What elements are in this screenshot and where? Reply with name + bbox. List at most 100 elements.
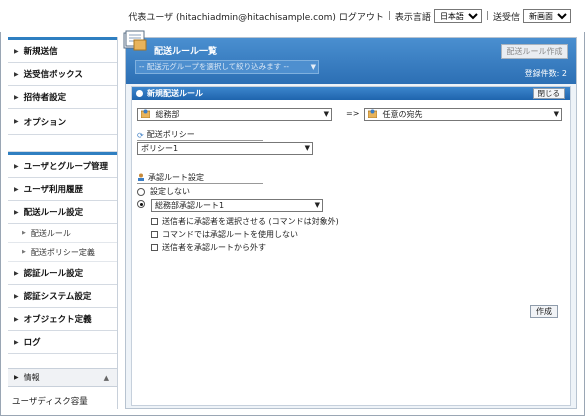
lang-select[interactable]: 日本語 bbox=[433, 9, 482, 23]
checkbox-exclude-sender[interactable]: 送信者を承認ルートから外す bbox=[151, 242, 266, 253]
info-panel-header[interactable]: ▶ 情報 ▲ bbox=[8, 368, 117, 387]
sidebar-item-label: 認証ルール設定 bbox=[23, 269, 84, 279]
direction-arrow: => bbox=[346, 109, 360, 118]
sidebar-item-label: ログ bbox=[23, 338, 41, 348]
from-group-value: 総務部 bbox=[155, 110, 180, 119]
policy-section-label: ⟳ 配送ポリシー bbox=[137, 129, 263, 141]
sidebar-item-invitee[interactable]: ▶ 招待者設定 bbox=[8, 86, 117, 109]
sidebar-item-label: 送受信ボックス bbox=[23, 70, 83, 80]
chevron-right-icon: ▶ bbox=[22, 230, 26, 236]
page-title: 配送ルール一覧 bbox=[154, 47, 218, 57]
logout-link[interactable]: ログアウト bbox=[339, 10, 384, 23]
nav-group-admin: ▶ ユーザとグループ管理 ▶ ユーザ利用履歴 ▶ 配送ルール設定 ▶ 配送ルール ▶ 配送… bbox=[8, 152, 117, 354]
checkbox[interactable] bbox=[151, 244, 158, 251]
checkbox[interactable] bbox=[151, 218, 158, 225]
sidebar-subitem-delivery-rule[interactable]: ▶ 配送ルール bbox=[8, 224, 117, 243]
radio-button[interactable] bbox=[137, 187, 145, 196]
policy-label-text: 配送ポリシー bbox=[146, 130, 195, 139]
policy-select[interactable]: ポリシー1 ▼ bbox=[137, 142, 313, 155]
sidebar-item-auth-rules[interactable]: ▶ 認証ルール設定 bbox=[8, 262, 117, 285]
info-panel-body: ユーザディスク容量 bbox=[12, 397, 88, 407]
sidebar: ▶ 新規送信 ▶ 送受信ボックス ▶ 招待者設定 ▶ オプション ▶ ユーザとグループ管理… bbox=[8, 37, 118, 409]
sidebar-item-label: 認証システム設定 bbox=[23, 292, 92, 302]
chevron-right-icon: ▶ bbox=[14, 93, 19, 101]
checkbox[interactable] bbox=[151, 231, 158, 238]
checkbox-no-route-for-command[interactable]: コマンドでは承認ルートを使用しない bbox=[151, 229, 298, 240]
sidebar-item-auth-system[interactable]: ▶ 認証システム設定 bbox=[8, 285, 117, 308]
checkbox-sender-selects-approver[interactable]: 送信者に承認者を選択させる (コマンドは対象外) bbox=[151, 216, 339, 227]
approval-label-text: 承認ルート設定 bbox=[148, 173, 204, 182]
sidebar-item-delivery-rules[interactable]: ▶ 配送ルール設定 bbox=[8, 201, 117, 224]
radio-route[interactable] bbox=[137, 200, 150, 208]
sidebar-item-options[interactable]: ▶ オプション bbox=[8, 109, 117, 135]
policy-icon: ⟳ bbox=[137, 131, 144, 140]
send-receive-select[interactable]: 新画面 bbox=[523, 9, 571, 23]
chevron-right-icon: ▶ bbox=[14, 47, 19, 55]
sidebar-subitem-policy-definition[interactable]: ▶ 配送ポリシー定義 bbox=[8, 243, 117, 262]
approval-route-select[interactable]: 総務部承認ルート1 ▼ bbox=[151, 199, 323, 212]
sidebar-item-label: オブジェクト定義 bbox=[23, 315, 92, 325]
chevron-right-icon: ▶ bbox=[14, 292, 19, 300]
group-icon bbox=[141, 109, 150, 118]
chevron-down-icon: ▼ bbox=[314, 201, 320, 209]
sidebar-item-new-send[interactable]: ▶ 新規送信 bbox=[8, 40, 117, 63]
chevron-down-icon: ▼ bbox=[304, 144, 310, 152]
sidebar-item-label: ユーザとグループ管理 bbox=[23, 162, 108, 172]
bullet-icon bbox=[136, 90, 143, 97]
checkbox-label: 送信者を承認ルートから外す bbox=[162, 243, 266, 252]
send-receive-label: 送受信 bbox=[492, 12, 520, 23]
user-info: 代表ユーザ (hitachiadmin@hitachisample.com) bbox=[128, 12, 336, 23]
separator: | bbox=[485, 11, 489, 21]
chevron-right-icon: ▶ bbox=[14, 338, 19, 346]
sidebar-item-mailbox[interactable]: ▶ 送受信ボックス bbox=[8, 63, 117, 86]
destination-icon bbox=[368, 109, 377, 118]
main-panel: 配送ルール一覧 -- 配送元グループを選択して絞り込みます -- ▼ 配送ルール… bbox=[123, 30, 577, 409]
sidebar-item-label: ユーザ利用履歴 bbox=[23, 185, 83, 195]
checkbox-label: コマンドでは承認ルートを使用しない bbox=[162, 230, 298, 239]
editor-title: 新規配送ルール bbox=[147, 89, 203, 98]
sidebar-item-label: オプション bbox=[23, 117, 67, 128]
chevron-right-icon: ▶ bbox=[14, 70, 19, 78]
checkbox-label: 送信者に承認者を選択させる (コマンドは対象外) bbox=[162, 217, 339, 226]
new-rule-editor: 新規配送ルール 閉じる 総務部 ▼ => 任意の宛先 ▼ ⟳ 配送ポリシー ポリシ… bbox=[131, 86, 571, 406]
top-header: 代表ユーザ (hitachiadmin@hitachisample.com) ロ… bbox=[0, 0, 585, 32]
radio-button-selected[interactable] bbox=[137, 200, 145, 208]
destination-value: 任意の宛先 bbox=[382, 110, 423, 119]
chevron-down-icon: ▼ bbox=[553, 110, 559, 118]
sidebar-subitem-label: 配送ルール bbox=[30, 228, 71, 238]
create-button[interactable]: 作成 bbox=[530, 305, 558, 318]
book-icon bbox=[123, 30, 147, 51]
editor-header: 新規配送ルール 閉じる bbox=[132, 87, 570, 100]
policy-value: ポリシー1 bbox=[141, 144, 179, 153]
header-row: 代表ユーザ (hitachiadmin@hitachisample.com) ロ… bbox=[128, 9, 571, 23]
sidebar-item-user-group[interactable]: ▶ ユーザとグループ管理 bbox=[8, 155, 117, 178]
nav-gap bbox=[8, 135, 117, 152]
chevron-right-icon: ▶ bbox=[14, 118, 19, 125]
sidebar-item-usage-history[interactable]: ▶ ユーザ利用履歴 bbox=[8, 178, 117, 201]
chevron-down-icon: ▼ bbox=[323, 110, 329, 118]
chevron-right-icon: ▶ bbox=[14, 162, 19, 170]
sidebar-item-label: 新規送信 bbox=[23, 47, 58, 57]
sidebar-subitem-label: 配送ポリシー定義 bbox=[30, 247, 95, 257]
chevron-right-icon: ▶ bbox=[14, 208, 19, 216]
info-panel-label: 情報 bbox=[23, 373, 40, 382]
nav-group-user: ▶ 新規送信 ▶ 送受信ボックス ▶ 招待者設定 ▶ オプション bbox=[8, 37, 117, 135]
sidebar-item-log[interactable]: ▶ ログ bbox=[8, 331, 117, 354]
from-group-select[interactable]: 総務部 ▼ bbox=[137, 108, 332, 121]
lang-label: 表示言語 bbox=[394, 12, 431, 23]
group-filter-select[interactable]: -- 配送元グループを選択して絞り込みます -- ▼ bbox=[135, 60, 319, 74]
sidebar-item-object-definition[interactable]: ▶ オブジェクト定義 bbox=[8, 308, 117, 331]
close-button[interactable]: 閉じる bbox=[532, 88, 565, 99]
create-rule-button[interactable]: 配送ルール作成 bbox=[501, 44, 568, 59]
approval-route-value: 総務部承認ルート1 bbox=[155, 201, 225, 210]
approval-section-label: 承認ルート設定 bbox=[137, 172, 263, 184]
collapse-up-icon[interactable]: ▲ bbox=[104, 374, 109, 382]
separator: | bbox=[387, 11, 391, 21]
chevron-right-icon: ▶ bbox=[22, 249, 26, 255]
chevron-right-icon: ▶ bbox=[14, 269, 19, 277]
sidebar-item-label: 招待者設定 bbox=[23, 93, 67, 103]
to-destination-select[interactable]: 任意の宛先 ▼ bbox=[364, 108, 562, 121]
record-count: 登録件数: 2 bbox=[524, 69, 567, 78]
radio-no-approval[interactable]: 設定しない bbox=[137, 186, 190, 197]
radio-label: 設定しない bbox=[150, 187, 190, 196]
